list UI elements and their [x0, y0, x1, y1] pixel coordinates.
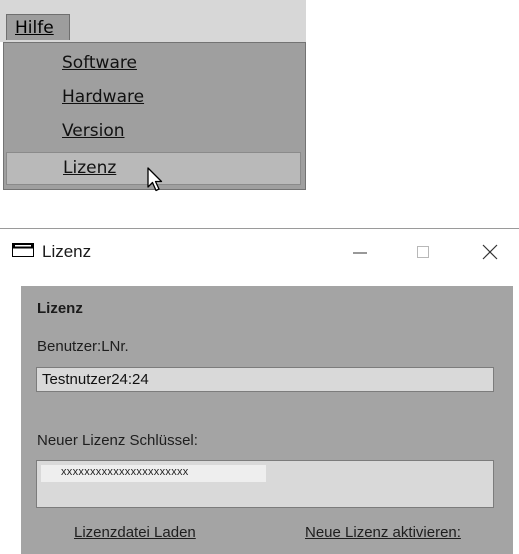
dialog-client-area: Lizenz Benutzer:LNr. Testnutzer24:24 Neu… — [21, 286, 513, 554]
user-field[interactable]: Testnutzer24:24 — [36, 367, 494, 392]
close-icon — [482, 244, 498, 260]
dialog-titlebar[interactable]: Lizenz — [0, 229, 519, 277]
close-button[interactable] — [470, 239, 510, 265]
menu-item-hardware[interactable]: Hardware — [6, 82, 301, 115]
screenshot-canvas: Hilfe Software Hardware Version Lizenz L… — [0, 0, 519, 554]
user-label: Benutzer:LNr. — [37, 338, 129, 355]
menu-item-software[interactable]: Software — [6, 48, 301, 81]
menu-hilfe-label: Hilfe — [15, 18, 54, 38]
mouse-pointer-icon — [147, 167, 163, 192]
minimize-icon — [353, 252, 367, 254]
menu-item-label: Software — [62, 53, 137, 73]
app-window-icon — [12, 243, 34, 257]
minimize-button[interactable] — [340, 239, 380, 265]
maximize-button[interactable] — [403, 239, 443, 265]
activate-license-link[interactable]: Neue Lizenz aktivieren: — [305, 524, 461, 541]
menu-item-version[interactable]: Version — [6, 116, 301, 149]
user-value: Testnutzer24:24 — [42, 371, 149, 388]
maximize-icon — [417, 246, 429, 258]
lizenz-dialog: Lizenz Lizenz Benutzer:LNr. Testnutzer24… — [0, 228, 519, 554]
key-label: Neuer Lizenz Schlüssel: — [37, 432, 198, 449]
menu-bar: Hilfe — [0, 0, 306, 42]
menu-item-label: Lizenz — [63, 158, 117, 178]
dialog-title: Lizenz — [42, 242, 92, 261]
menu-item-label: Hardware — [62, 87, 145, 107]
group-title: Lizenz — [37, 300, 83, 317]
menu-hilfe[interactable]: Hilfe — [6, 14, 70, 40]
license-key-value: xxxxxxxxxxxxxxxxxxxxxx — [61, 466, 189, 478]
menu-item-label: Version — [62, 121, 125, 141]
load-license-file-link[interactable]: Lizenzdatei Laden — [74, 524, 196, 541]
license-key-field[interactable]: xxxxxxxxxxxxxxxxxxxxxx — [36, 460, 494, 508]
